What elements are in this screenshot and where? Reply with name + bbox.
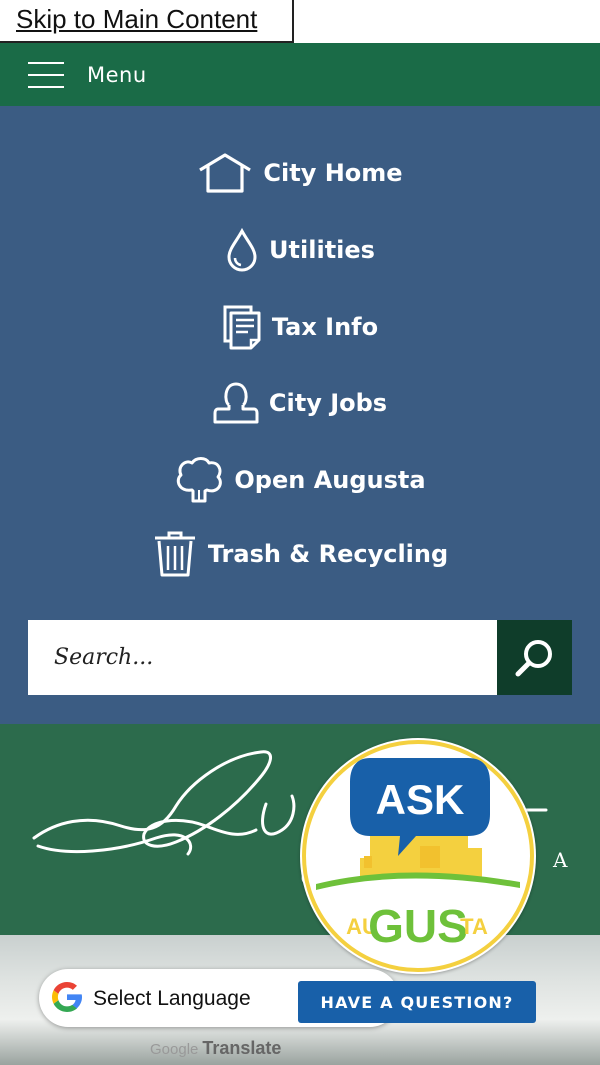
nav-trash-recycling[interactable]: Trash & Recycling	[0, 530, 600, 578]
nav-label: Tax Info	[271, 313, 379, 341]
house-icon	[197, 152, 253, 194]
search-icon	[497, 640, 572, 698]
trash-can-icon	[152, 530, 198, 578]
top-menu-bar: Menu	[0, 43, 600, 106]
nav-utilities[interactable]: Utilities	[0, 228, 600, 272]
nav-open-augusta[interactable]: Open Augusta	[0, 455, 600, 505]
nav-label: Trash & Recycling	[207, 540, 449, 568]
nav-label: Open Augusta	[234, 466, 426, 494]
skip-link[interactable]: Skip to Main Content	[0, 0, 292, 35]
document-icon	[222, 304, 262, 350]
gus-text: GUS	[368, 900, 468, 952]
ask-gus-logo[interactable]: ASK AU GUS TA	[300, 738, 536, 974]
hamburger-icon[interactable]	[28, 62, 64, 88]
google-wordmark: Google	[150, 1041, 199, 1058]
search-button[interactable]	[497, 620, 572, 695]
skip-to-main-content[interactable]: Skip to Main Content	[0, 0, 294, 43]
have-a-question-button[interactable]: HAVE A QUESTION?	[298, 981, 536, 1023]
banner-letter: A	[553, 848, 568, 872]
ta-text: TA	[460, 914, 488, 939]
ask-text: ASK	[376, 776, 465, 823]
nav-city-home[interactable]: City Home	[0, 151, 600, 195]
person-icon	[213, 380, 259, 426]
google-translate-attribution: Google Translate	[150, 1038, 281, 1059]
menu-label[interactable]: Menu	[87, 63, 147, 87]
google-g-icon	[49, 979, 85, 1020]
site-search	[28, 620, 572, 695]
quick-links-nav: City Home Utilities Tax Info City Jobs O…	[0, 106, 600, 724]
nav-label: Utilities	[269, 236, 375, 264]
nav-label: City Jobs	[268, 389, 388, 417]
search-input[interactable]	[28, 620, 497, 695]
nav-label: City Home	[263, 159, 403, 187]
water-drop-icon	[225, 228, 259, 272]
nav-tax-info[interactable]: Tax Info	[0, 304, 600, 350]
nav-city-jobs[interactable]: City Jobs	[0, 380, 600, 426]
tree-icon	[174, 456, 224, 504]
select-language-label[interactable]: Select Language	[93, 987, 251, 1011]
translate-label: Translate	[202, 1038, 282, 1058]
